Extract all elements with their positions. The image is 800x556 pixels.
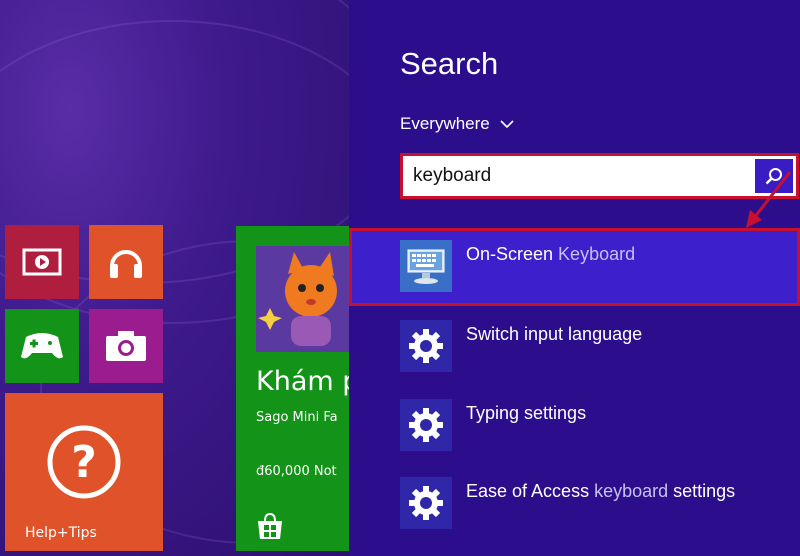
search-result-label: Ease of Access keyboard settings bbox=[466, 481, 736, 501]
annotation-arrow-icon bbox=[746, 171, 792, 228]
help-tips-tile[interactable]: ? Help+Tips bbox=[5, 393, 163, 551]
gear-icon bbox=[400, 399, 452, 451]
store-tile-subtitle: Sago Mini Fa bbox=[256, 410, 338, 425]
search-result-label: On-Screen Keyboard bbox=[466, 244, 636, 264]
search-result-on-screen-keyboard[interactable]: On-Screen Keyboard bbox=[349, 228, 800, 306]
games-tile[interactable] bbox=[5, 309, 79, 383]
headphones-icon bbox=[110, 250, 142, 278]
search-result-ease-of-access-keyboard[interactable]: Ease of Access keyboard settings bbox=[349, 465, 800, 543]
store-tile-title: Khám p bbox=[256, 366, 349, 397]
search-scope-label: Everywhere bbox=[400, 114, 490, 133]
search-charm-panel: Search Everywhere keyboard On-Screen Key… bbox=[349, 0, 800, 556]
camera-icon bbox=[106, 331, 146, 361]
help-tile-label: Help+Tips bbox=[25, 525, 97, 541]
search-panel-title: Search bbox=[400, 46, 499, 81]
gear-icon bbox=[400, 477, 452, 529]
search-scope-dropdown[interactable]: Everywhere bbox=[400, 114, 514, 134]
help-icon: ? bbox=[47, 425, 121, 499]
store-app-artwork bbox=[256, 246, 349, 352]
search-input[interactable] bbox=[403, 156, 752, 196]
store-tile[interactable]: Khám p Sago Mini Fa đ60,000 Not bbox=[236, 226, 349, 551]
search-result-typing-settings[interactable]: Typing settings bbox=[349, 387, 800, 465]
camera-tile[interactable] bbox=[89, 309, 163, 383]
store-icon bbox=[258, 512, 282, 539]
search-result-label: Typing settings bbox=[466, 403, 587, 423]
store-tile-price: đ60,000 Not bbox=[256, 464, 337, 479]
video-tile[interactable] bbox=[5, 225, 79, 299]
keyboard-app-icon bbox=[400, 240, 452, 292]
music-tile[interactable] bbox=[89, 225, 163, 299]
start-screen: ? Help+Tips Khám p Sago Mini Fa đ60,000 … bbox=[0, 0, 349, 556]
svg-text:?: ? bbox=[71, 437, 97, 488]
video-icon bbox=[22, 248, 62, 276]
chevron-down-icon bbox=[500, 120, 514, 129]
search-result-label: Switch input language bbox=[466, 324, 643, 344]
gamepad-icon bbox=[21, 333, 63, 359]
gear-icon bbox=[400, 320, 452, 372]
search-result-switch-input-language[interactable]: Switch input language bbox=[349, 308, 800, 386]
